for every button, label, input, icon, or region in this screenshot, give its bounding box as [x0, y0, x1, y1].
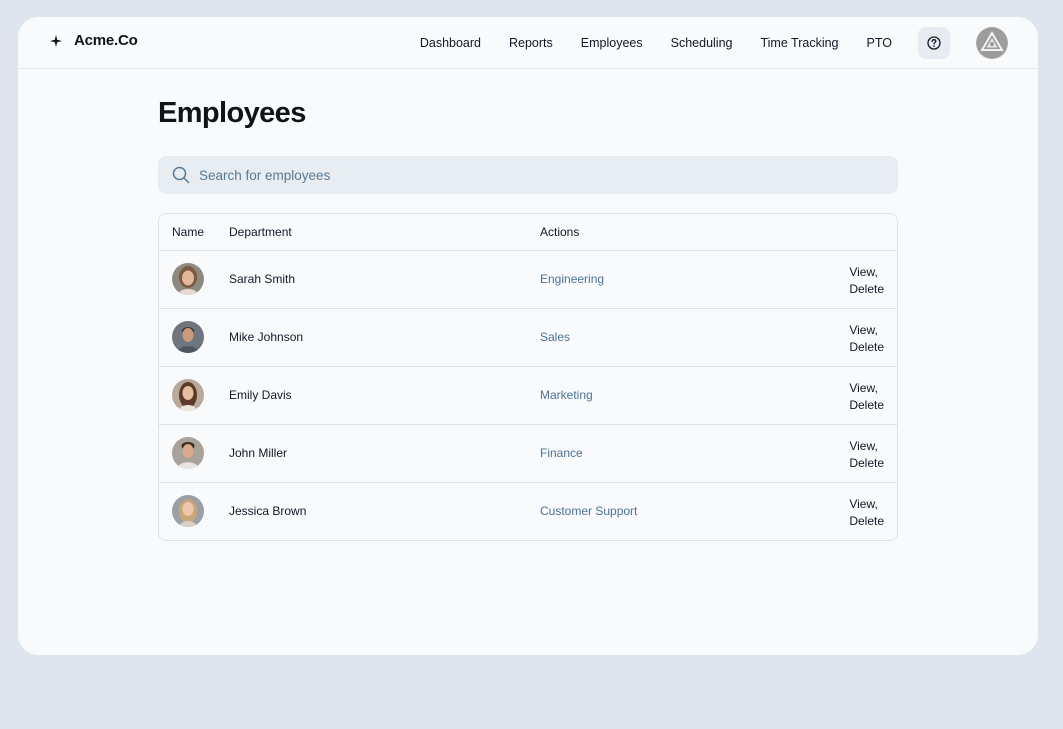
- employees-table: Name Department Actions Sarah Smith Engi…: [158, 213, 898, 541]
- employee-department-link[interactable]: Finance: [540, 425, 583, 482]
- employee-name: John Miller: [229, 446, 288, 460]
- column-header-actions: Actions: [540, 225, 580, 239]
- nav-time-tracking[interactable]: Time Tracking: [760, 27, 838, 59]
- employee-avatar: [172, 495, 204, 527]
- employee-department-link[interactable]: Marketing: [540, 367, 593, 424]
- delete-action[interactable]: Delete: [849, 281, 884, 298]
- view-action[interactable]: View,: [849, 438, 884, 455]
- view-action[interactable]: View,: [849, 380, 884, 397]
- employee-avatar: [172, 437, 204, 469]
- employee-department-link[interactable]: Sales: [540, 309, 570, 366]
- view-action[interactable]: View,: [849, 496, 884, 513]
- row-actions: View, Delete: [849, 496, 884, 530]
- employee-department-link[interactable]: Customer Support: [540, 483, 637, 540]
- user-avatar-icon: [977, 28, 1007, 58]
- search-icon: [172, 166, 190, 184]
- row-actions: View, Delete: [849, 438, 884, 472]
- row-actions: View, Delete: [849, 264, 884, 298]
- top-navigation-bar: Acme.Co Dashboard Reports Employees Sche…: [18, 17, 1038, 69]
- nav-dashboard[interactable]: Dashboard: [420, 27, 481, 59]
- view-action[interactable]: View,: [849, 322, 884, 339]
- nav-reports[interactable]: Reports: [509, 27, 553, 59]
- nav-employees[interactable]: Employees: [581, 27, 643, 59]
- employee-name: Mike Johnson: [229, 330, 304, 344]
- help-icon: [927, 36, 941, 50]
- employee-avatar: [172, 263, 204, 295]
- row-actions: View, Delete: [849, 380, 884, 414]
- user-avatar[interactable]: [976, 27, 1008, 59]
- delete-action[interactable]: Delete: [849, 397, 884, 414]
- table-row[interactable]: John Miller Finance View, Delete: [159, 425, 897, 483]
- main-nav: Dashboard Reports Employees Scheduling T…: [420, 27, 1008, 59]
- delete-action[interactable]: Delete: [849, 455, 884, 472]
- employee-avatar: [172, 379, 204, 411]
- delete-action[interactable]: Delete: [849, 339, 884, 356]
- table-row[interactable]: Emily Davis Marketing View, Delete: [159, 367, 897, 425]
- brand[interactable]: Acme.Co: [50, 32, 138, 49]
- employee-name: Emily Davis: [229, 388, 292, 402]
- row-actions: View, Delete: [849, 322, 884, 356]
- nav-scheduling[interactable]: Scheduling: [671, 27, 733, 59]
- table-row[interactable]: Sarah Smith Engineering View, Delete: [159, 251, 897, 309]
- help-button[interactable]: [918, 27, 950, 59]
- brand-name: Acme.Co: [74, 32, 138, 49]
- sparkle-icon: [50, 34, 62, 47]
- employee-avatar: [172, 321, 204, 353]
- delete-action[interactable]: Delete: [849, 513, 884, 530]
- page-title: Employees: [158, 97, 306, 129]
- view-action[interactable]: View,: [849, 264, 884, 281]
- search-bar[interactable]: [158, 156, 898, 194]
- app-window: Acme.Co Dashboard Reports Employees Sche…: [18, 17, 1038, 655]
- employee-department-link[interactable]: Engineering: [540, 251, 604, 308]
- column-header-name[interactable]: Name: [172, 214, 204, 250]
- table-header: Name Department Actions: [159, 214, 897, 251]
- employee-name: Sarah Smith: [229, 272, 296, 286]
- nav-pto[interactable]: PTO: [867, 27, 892, 59]
- search-input[interactable]: [197, 166, 861, 184]
- table-row[interactable]: Jessica Brown Customer Support View, Del…: [159, 483, 897, 540]
- employee-name: Jessica Brown: [229, 504, 307, 518]
- column-header-department[interactable]: Department: [229, 214, 292, 250]
- table-row[interactable]: Mike Johnson Sales View, Delete: [159, 309, 897, 367]
